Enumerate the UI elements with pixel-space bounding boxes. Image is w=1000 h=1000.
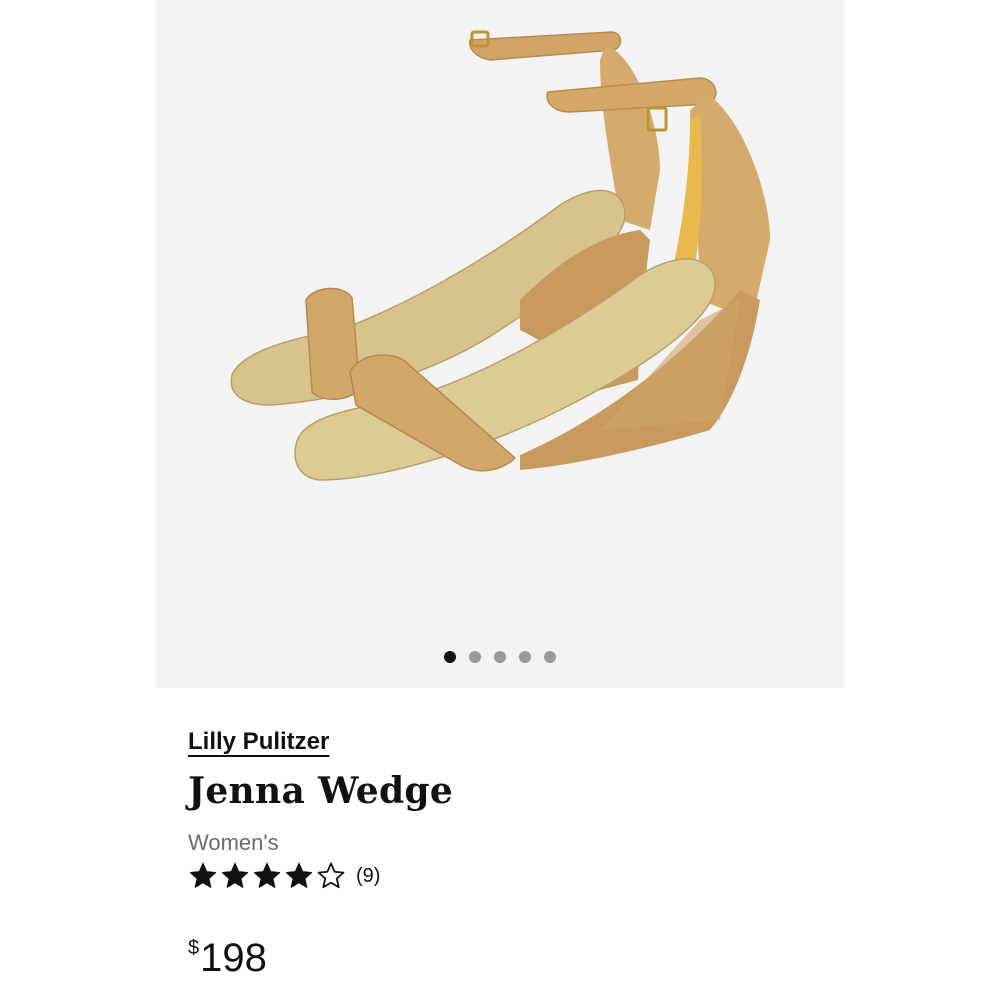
product-gender: Women's [188, 830, 279, 855]
product-image [230, 30, 770, 481]
product-image-gallery[interactable] [156, 0, 844, 688]
price-amount: 198 [200, 936, 267, 980]
product-title: Jenna Wedge [188, 770, 454, 812]
star-filled-icon [253, 862, 281, 888]
product-page: Lilly Pulitzer Jenna Wedge Women's (9) $… [0, 0, 1000, 1000]
rating-summary[interactable]: (9) [188, 861, 380, 891]
gallery-dot[interactable] [544, 651, 556, 663]
price-currency: $ [188, 937, 200, 959]
star-filled-icon [189, 862, 217, 888]
gallery-pagination-dots [156, 651, 844, 663]
gallery-dot[interactable] [469, 651, 481, 663]
star-empty-icon [317, 862, 345, 889]
product-price: $ 198 [188, 934, 267, 978]
star-rating [188, 861, 346, 891]
gallery-dot[interactable] [519, 651, 531, 663]
brand-link[interactable]: Lilly Pulitzer [188, 728, 329, 756]
gallery-dot[interactable] [494, 651, 506, 663]
star-filled-icon [221, 862, 249, 888]
star-filled-icon [285, 862, 313, 888]
gallery-dot[interactable] [444, 651, 456, 663]
review-count[interactable]: (9) [356, 865, 380, 888]
